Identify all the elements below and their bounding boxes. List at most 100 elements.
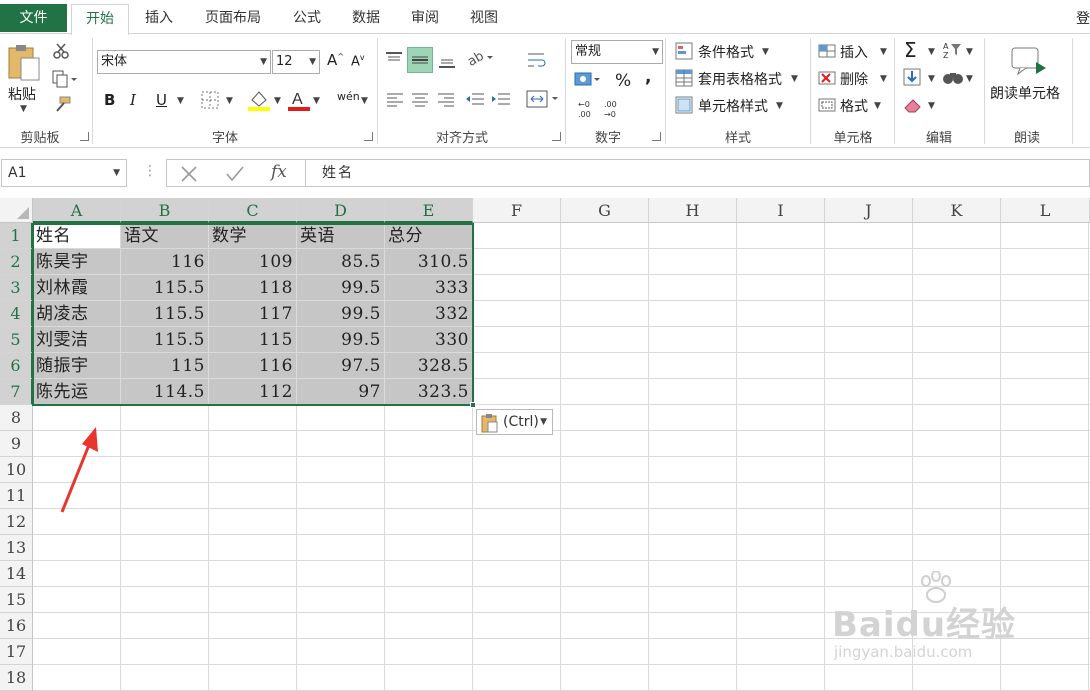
tab-view[interactable]: 视图 (460, 4, 508, 34)
font-launcher-icon[interactable] (364, 132, 373, 141)
chevron-down-icon[interactable]: ▼ (776, 101, 783, 111)
table-cell[interactable]: 115.5 (121, 275, 209, 301)
table-cell[interactable]: 323.5 (385, 379, 473, 405)
table-cell[interactable]: 116 (121, 249, 209, 275)
table-cell[interactable]: 陈昊宇 (33, 249, 121, 275)
clipboard-launcher-icon[interactable] (80, 132, 89, 141)
tab-page-layout[interactable]: 页面布局 (196, 4, 270, 34)
fill-down-icon[interactable] (903, 68, 921, 90)
table-cell[interactable]: 115 (209, 327, 297, 353)
cell-style-button[interactable]: 单元格样式 (698, 96, 768, 116)
chevron-down-icon[interactable]: ▼ (274, 96, 281, 106)
table-format-icon[interactable] (675, 69, 693, 91)
tab-home[interactable]: 开始 (71, 4, 129, 35)
align-left-icon[interactable] (386, 91, 404, 111)
formula-input[interactable]: 姓名 (305, 159, 1090, 187)
table-cell[interactable]: 随振宇 (33, 353, 121, 379)
table-header-cell[interactable]: 语文 (121, 223, 209, 249)
row-header[interactable]: 9 (0, 431, 33, 457)
column-header-i[interactable]: I (737, 198, 825, 223)
table-cell[interactable]: 99.5 (297, 275, 385, 301)
chevron-down-icon[interactable]: ▼ (762, 47, 769, 57)
table-cell[interactable]: 刘林霞 (33, 275, 121, 301)
conditional-format-button[interactable]: 条件格式 (698, 42, 754, 62)
fill-handle[interactable] (470, 402, 476, 408)
increase-indent-icon[interactable] (491, 91, 511, 111)
row-header[interactable]: 13 (0, 535, 33, 561)
row-header[interactable]: 16 (0, 613, 33, 639)
table-cell[interactable]: 99.5 (297, 327, 385, 353)
table-cell[interactable]: 109 (209, 249, 297, 275)
table-cell[interactable]: 刘雯洁 (33, 327, 121, 353)
conditional-format-icon[interactable] (675, 42, 693, 64)
chevron-down-icon[interactable]: ▼ (313, 96, 320, 106)
border-icon[interactable] (201, 91, 219, 113)
column-header-b[interactable]: B (121, 198, 209, 223)
find-icon[interactable] (942, 68, 964, 90)
table-cell[interactable]: 117 (209, 301, 297, 327)
table-cell[interactable]: 115.5 (121, 301, 209, 327)
autosum-icon[interactable]: Σ (904, 38, 917, 62)
sort-filter-icon[interactable]: AZ (942, 40, 964, 64)
row-header[interactable]: 10 (0, 457, 33, 483)
chevron-down-icon[interactable]: ▼ (966, 47, 973, 57)
select-all-button[interactable] (0, 198, 33, 223)
increase-font-icon[interactable]: A^ (327, 51, 344, 69)
align-top-icon[interactable] (384, 50, 404, 72)
table-header-cell[interactable]: 数学 (209, 223, 297, 249)
chevron-down-icon[interactable]: ▼ (928, 74, 935, 84)
column-header-d[interactable]: D (297, 198, 385, 223)
row-header[interactable]: 7 (0, 379, 33, 405)
decrease-indent-icon[interactable] (465, 91, 485, 111)
tab-formulas[interactable]: 公式 (284, 4, 330, 34)
cancel-icon[interactable] (179, 164, 199, 188)
row-header[interactable]: 6 (0, 353, 33, 379)
chevron-down-icon[interactable]: ▼ (361, 96, 368, 106)
paste-options-button[interactable]: (Ctrl) ▼ (476, 409, 553, 435)
column-header-h[interactable]: H (649, 198, 737, 223)
row-header[interactable]: 2 (0, 249, 33, 275)
read-aloud-button[interactable]: 朗读单元格 (990, 83, 1060, 103)
align-center-icon[interactable] (411, 91, 429, 111)
chevron-down-icon[interactable]: ▼ (966, 74, 973, 84)
number-format-select[interactable]: 常规 ▼ (571, 40, 663, 64)
column-header-j[interactable]: J (825, 198, 913, 223)
column-header-e[interactable]: E (385, 198, 473, 223)
merge-center-icon[interactable] (526, 89, 562, 113)
paste-dropdown-icon[interactable]: ▼ (20, 104, 27, 114)
align-bottom-icon[interactable] (437, 50, 457, 74)
table-header-cell[interactable]: 姓名 (33, 223, 121, 249)
wrap-text-icon[interactable] (526, 50, 548, 74)
chevron-down-icon[interactable]: ▼ (874, 101, 881, 111)
column-header-g[interactable]: G (561, 198, 649, 223)
table-header-cell[interactable]: 总分 (385, 223, 473, 249)
comma-icon[interactable]: , (645, 67, 651, 87)
row-header[interactable]: 8 (0, 405, 33, 431)
format-painter-icon[interactable] (52, 96, 72, 118)
number-launcher-icon[interactable] (652, 132, 661, 141)
row-header[interactable]: 15 (0, 587, 33, 613)
chevron-down-icon[interactable]: ▼ (928, 101, 935, 111)
delete-cells-button[interactable]: 删除 (840, 69, 868, 89)
fill-color-icon[interactable] (248, 88, 270, 116)
decrease-decimal-icon[interactable]: .00 →0 (602, 98, 624, 124)
row-header[interactable]: 17 (0, 639, 33, 665)
table-cell[interactable]: 115.5 (121, 327, 209, 353)
bold-icon[interactable]: B (104, 91, 115, 109)
font-color-icon[interactable]: A (288, 88, 310, 116)
alignment-launcher-icon[interactable] (552, 132, 561, 141)
chevron-down-icon[interactable]: ▼ (177, 96, 184, 106)
cut-icon[interactable] (52, 42, 70, 64)
chevron-down-icon[interactable]: ▼ (928, 47, 935, 57)
table-cell[interactable]: 陈先运 (33, 379, 121, 405)
table-cell[interactable]: 310.5 (385, 249, 473, 275)
chevron-down-icon[interactable]: ▼ (226, 96, 233, 106)
delete-cells-icon[interactable] (818, 69, 836, 91)
insert-cells-button[interactable]: 插入 (840, 42, 868, 62)
chevron-down-icon[interactable]: ▼ (880, 74, 887, 84)
align-middle-icon[interactable] (407, 47, 433, 73)
table-cell[interactable]: 97.5 (297, 353, 385, 379)
table-cell[interactable]: 85.5 (297, 249, 385, 275)
tab-review[interactable]: 审阅 (402, 4, 448, 34)
chevron-down-icon[interactable]: ▼ (880, 47, 887, 57)
